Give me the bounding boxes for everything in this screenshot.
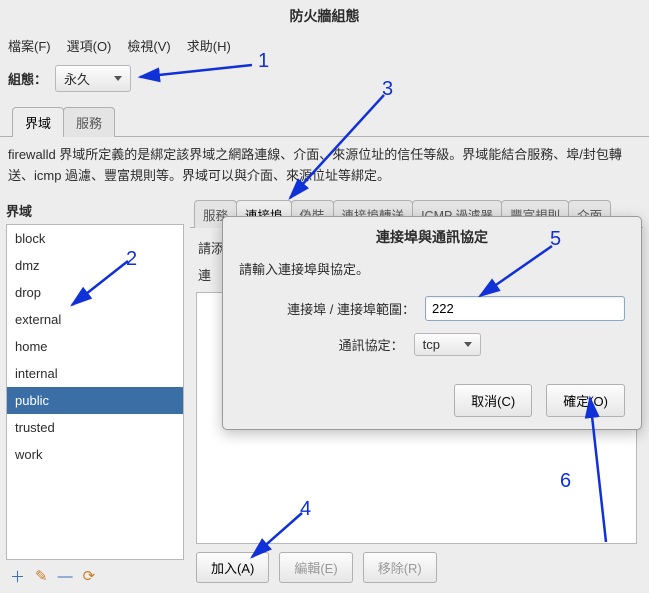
ports-buttons: 加入(A) 編輯(E) 移除(R) xyxy=(196,548,637,583)
proto-label: 通訊協定： xyxy=(339,335,404,354)
proto-value: tcp xyxy=(423,337,440,352)
config-combo[interactable]: 永久 xyxy=(55,65,131,92)
menu-view[interactable]: 檢視(V) xyxy=(127,36,170,55)
chevron-down-icon xyxy=(114,76,122,81)
window-title: 防火牆組態 xyxy=(0,0,649,32)
config-label: 組態： xyxy=(8,69,47,88)
zone-item-trusted[interactable]: trusted xyxy=(7,414,183,441)
dialog-title: 連接埠與通訊協定 xyxy=(223,217,641,255)
zone-item-dmz[interactable]: dmz xyxy=(7,252,183,279)
port-label: 連接埠 / 連接埠範圍： xyxy=(287,299,415,318)
remove-port-button[interactable]: 移除(R) xyxy=(363,552,437,583)
add-port-button[interactable]: 加入(A) xyxy=(196,552,269,583)
add-zone-icon[interactable]: ＋ xyxy=(10,566,25,587)
zones-label: 界域 xyxy=(6,199,184,224)
tab-zones[interactable]: 界域 xyxy=(12,107,64,137)
menu-options[interactable]: 選項(O) xyxy=(67,36,112,55)
tab-services[interactable]: 服務 xyxy=(63,107,115,137)
port-dialog: 連接埠與通訊協定 請輸入連接埠與協定。 連接埠 / 連接埠範圍： 通訊協定： t… xyxy=(222,216,642,430)
config-value: 永久 xyxy=(64,69,90,88)
menubar: 檔案(F) 選項(O) 檢視(V) 求助(H) xyxy=(0,32,649,65)
zone-item-work[interactable]: work xyxy=(7,441,183,468)
remove-zone-icon[interactable]: — xyxy=(58,568,73,585)
zone-item-internal[interactable]: internal xyxy=(7,360,183,387)
dialog-hint: 請輸入連接埠與協定。 xyxy=(239,259,625,290)
zone-item-drop[interactable]: drop xyxy=(7,279,183,306)
chevron-down-icon xyxy=(464,342,472,347)
zone-description: firewalld 界域所定義的是綁定該界域之網路連線、介面、來源位址的信任等級… xyxy=(6,145,643,199)
zone-item-home[interactable]: home xyxy=(7,333,183,360)
port-input[interactable] xyxy=(425,296,625,321)
config-row: 組態： 永久 xyxy=(0,65,649,106)
zone-list[interactable]: blockdmzdropexternalhomeinternalpublictr… xyxy=(6,224,184,560)
reload-zone-icon[interactable]: ⟳ xyxy=(83,567,96,585)
menu-help[interactable]: 求助(H) xyxy=(187,36,231,55)
ok-button[interactable]: 確定(O) xyxy=(546,384,625,417)
edit-zone-icon[interactable]: ✎ xyxy=(35,567,48,585)
proto-combo[interactable]: tcp xyxy=(414,333,481,356)
zone-toolbar: ＋ ✎ — ⟳ xyxy=(6,560,184,589)
zone-item-public[interactable]: public xyxy=(7,387,183,414)
cancel-button[interactable]: 取消(C) xyxy=(454,384,532,417)
zone-item-external[interactable]: external xyxy=(7,306,183,333)
edit-port-button[interactable]: 編輯(E) xyxy=(279,552,352,583)
menu-file[interactable]: 檔案(F) xyxy=(8,36,51,55)
main-tabs: 界域 服務 xyxy=(0,106,649,136)
zone-item-block[interactable]: block xyxy=(7,225,183,252)
